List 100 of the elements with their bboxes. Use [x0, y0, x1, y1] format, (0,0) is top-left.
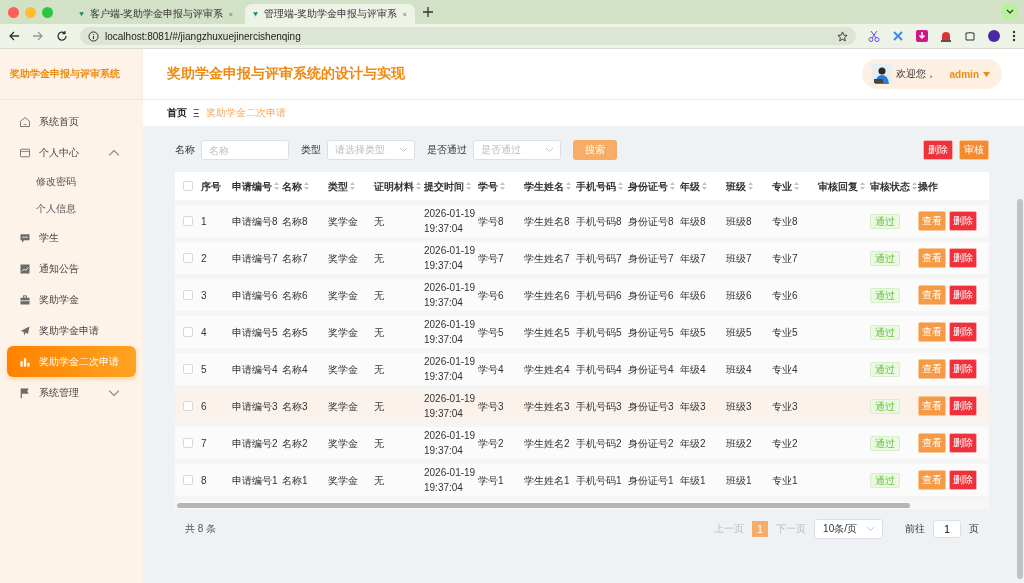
reload-icon[interactable]: [56, 30, 68, 42]
submenu-item[interactable]: 修改密码: [0, 168, 143, 195]
table-cell: 身份证号8: [628, 215, 674, 227]
sidebar-item[interactable]: 学生: [7, 222, 136, 253]
delete-button[interactable]: 删除: [949, 211, 977, 231]
delete-button[interactable]: 删除: [949, 322, 977, 342]
view-button[interactable]: 查看: [918, 433, 946, 453]
sort-icon[interactable]: [500, 182, 505, 190]
back-icon[interactable]: [8, 30, 20, 42]
close-icon[interactable]: [229, 10, 233, 18]
table-cell: 学号7: [478, 252, 504, 264]
table-cell: 学生姓名8: [524, 215, 570, 227]
sort-icon[interactable]: [466, 182, 471, 190]
scrollbar-thumb[interactable]: [177, 502, 910, 508]
column-header: 操作: [918, 179, 938, 194]
checkbox[interactable]: [183, 216, 193, 226]
page-input[interactable]: 1: [933, 520, 961, 538]
checkbox[interactable]: [183, 438, 193, 448]
sort-icon[interactable]: [304, 182, 309, 190]
sidebar-item[interactable]: 奖助学金二次申请: [7, 346, 136, 377]
user-menu[interactable]: 欢迎您， admin: [861, 59, 1002, 89]
forward-icon[interactable]: [32, 30, 44, 42]
download-icon[interactable]: [916, 30, 928, 42]
delete-button[interactable]: 删除: [949, 285, 977, 305]
cross-icon[interactable]: [892, 30, 904, 42]
sidebar-item[interactable]: 奖助学金申请: [7, 315, 136, 346]
table-cell: 奖学金: [328, 437, 358, 449]
table-cell: 5: [201, 363, 207, 375]
maximize-window-button[interactable]: [42, 6, 53, 18]
view-button[interactable]: 查看: [918, 396, 946, 416]
alarm-icon[interactable]: [940, 30, 952, 42]
table-cell: 年级5: [680, 326, 706, 338]
scissors-icon[interactable]: [868, 30, 880, 42]
table-cell: 学生姓名4: [524, 363, 570, 375]
view-button[interactable]: 查看: [918, 211, 946, 231]
delete-button[interactable]: 删除: [949, 433, 977, 453]
sidebar-item[interactable]: 奖助学金: [7, 284, 136, 315]
profile-icon[interactable]: [988, 30, 1000, 42]
info-icon[interactable]: [88, 30, 99, 42]
view-button[interactable]: 查看: [918, 322, 946, 342]
view-button[interactable]: 查看: [918, 285, 946, 305]
checkbox[interactable]: [183, 364, 193, 374]
table-cell: 名称7: [282, 252, 308, 264]
chevron-icon[interactable]: [1002, 4, 1018, 19]
sort-icon[interactable]: [670, 182, 675, 190]
input-field[interactable]: 名称: [201, 140, 289, 160]
sort-icon[interactable]: [860, 182, 865, 190]
sidebar-item[interactable]: 系统首页: [7, 106, 136, 137]
close-icon[interactable]: [403, 10, 407, 18]
table-cell: 名称5: [282, 326, 308, 338]
table-cell: 2: [201, 252, 207, 264]
delete-button[interactable]: 删除: [949, 248, 977, 268]
browser-tab[interactable]: 管理端-奖助学金申报与评审系: [245, 4, 415, 24]
delete-button[interactable]: 删除: [949, 359, 977, 379]
star-icon[interactable]: [837, 30, 848, 42]
filter-label: 名称: [175, 143, 195, 157]
browser-tab[interactable]: 客户端-奖助学金申报与评审系: [71, 4, 241, 24]
sort-icon[interactable]: [912, 182, 917, 190]
page-size-select[interactable]: 10条/页: [814, 519, 883, 539]
puzzle-icon[interactable]: [964, 30, 976, 42]
new-tab-icon[interactable]: [423, 7, 433, 17]
checkbox[interactable]: [183, 401, 193, 411]
minimize-window-button[interactable]: [25, 6, 36, 18]
scrollbar-thumb[interactable]: [1017, 199, 1023, 579]
address-bar[interactable]: localhost:8081/#/jiangzhuxuejinercishenqing: [80, 27, 856, 45]
review-button[interactable]: 审核: [959, 140, 989, 160]
sort-icon[interactable]: [794, 182, 799, 190]
view-button[interactable]: 查看: [918, 248, 946, 268]
table-cell: 学生姓名3: [524, 400, 570, 412]
sort-icon[interactable]: [566, 182, 571, 190]
table-cell: 名称3: [282, 400, 308, 412]
view-button[interactable]: 查看: [918, 359, 946, 379]
checkbox[interactable]: [183, 253, 193, 263]
table-cell: 身份证号1: [628, 474, 674, 486]
close-window-button[interactable]: [8, 6, 19, 18]
checkbox[interactable]: [183, 327, 193, 337]
sort-icon[interactable]: [274, 182, 279, 190]
table-cell: 手机号码4: [576, 363, 622, 375]
sort-icon[interactable]: [702, 182, 707, 190]
chat-icon: [19, 231, 31, 244]
checkbox[interactable]: [183, 181, 193, 191]
table-cell: 学号4: [478, 363, 504, 375]
delete-button[interactable]: 删除: [923, 140, 953, 160]
checkbox[interactable]: [183, 290, 193, 300]
sort-icon[interactable]: [618, 182, 623, 190]
sort-icon[interactable]: [416, 182, 421, 190]
sidebar-item[interactable]: 个人中心: [7, 137, 136, 168]
sidebar-item[interactable]: 系统管理: [7, 377, 136, 408]
menu-icon[interactable]: [1012, 30, 1016, 42]
delete-button[interactable]: 删除: [949, 396, 977, 416]
view-button[interactable]: 查看: [918, 470, 946, 490]
submenu-item[interactable]: 个人信息: [0, 195, 143, 222]
breadcrumb-link[interactable]: 首页: [167, 106, 187, 120]
delete-button[interactable]: 删除: [949, 470, 977, 490]
sort-icon[interactable]: [748, 182, 753, 190]
table-cell: 学生姓名5: [524, 326, 570, 338]
checkbox[interactable]: [183, 475, 193, 485]
sidebar-item[interactable]: 通知公告: [7, 253, 136, 284]
total-count: 共 8 条: [185, 522, 217, 536]
sort-icon[interactable]: [350, 182, 355, 190]
